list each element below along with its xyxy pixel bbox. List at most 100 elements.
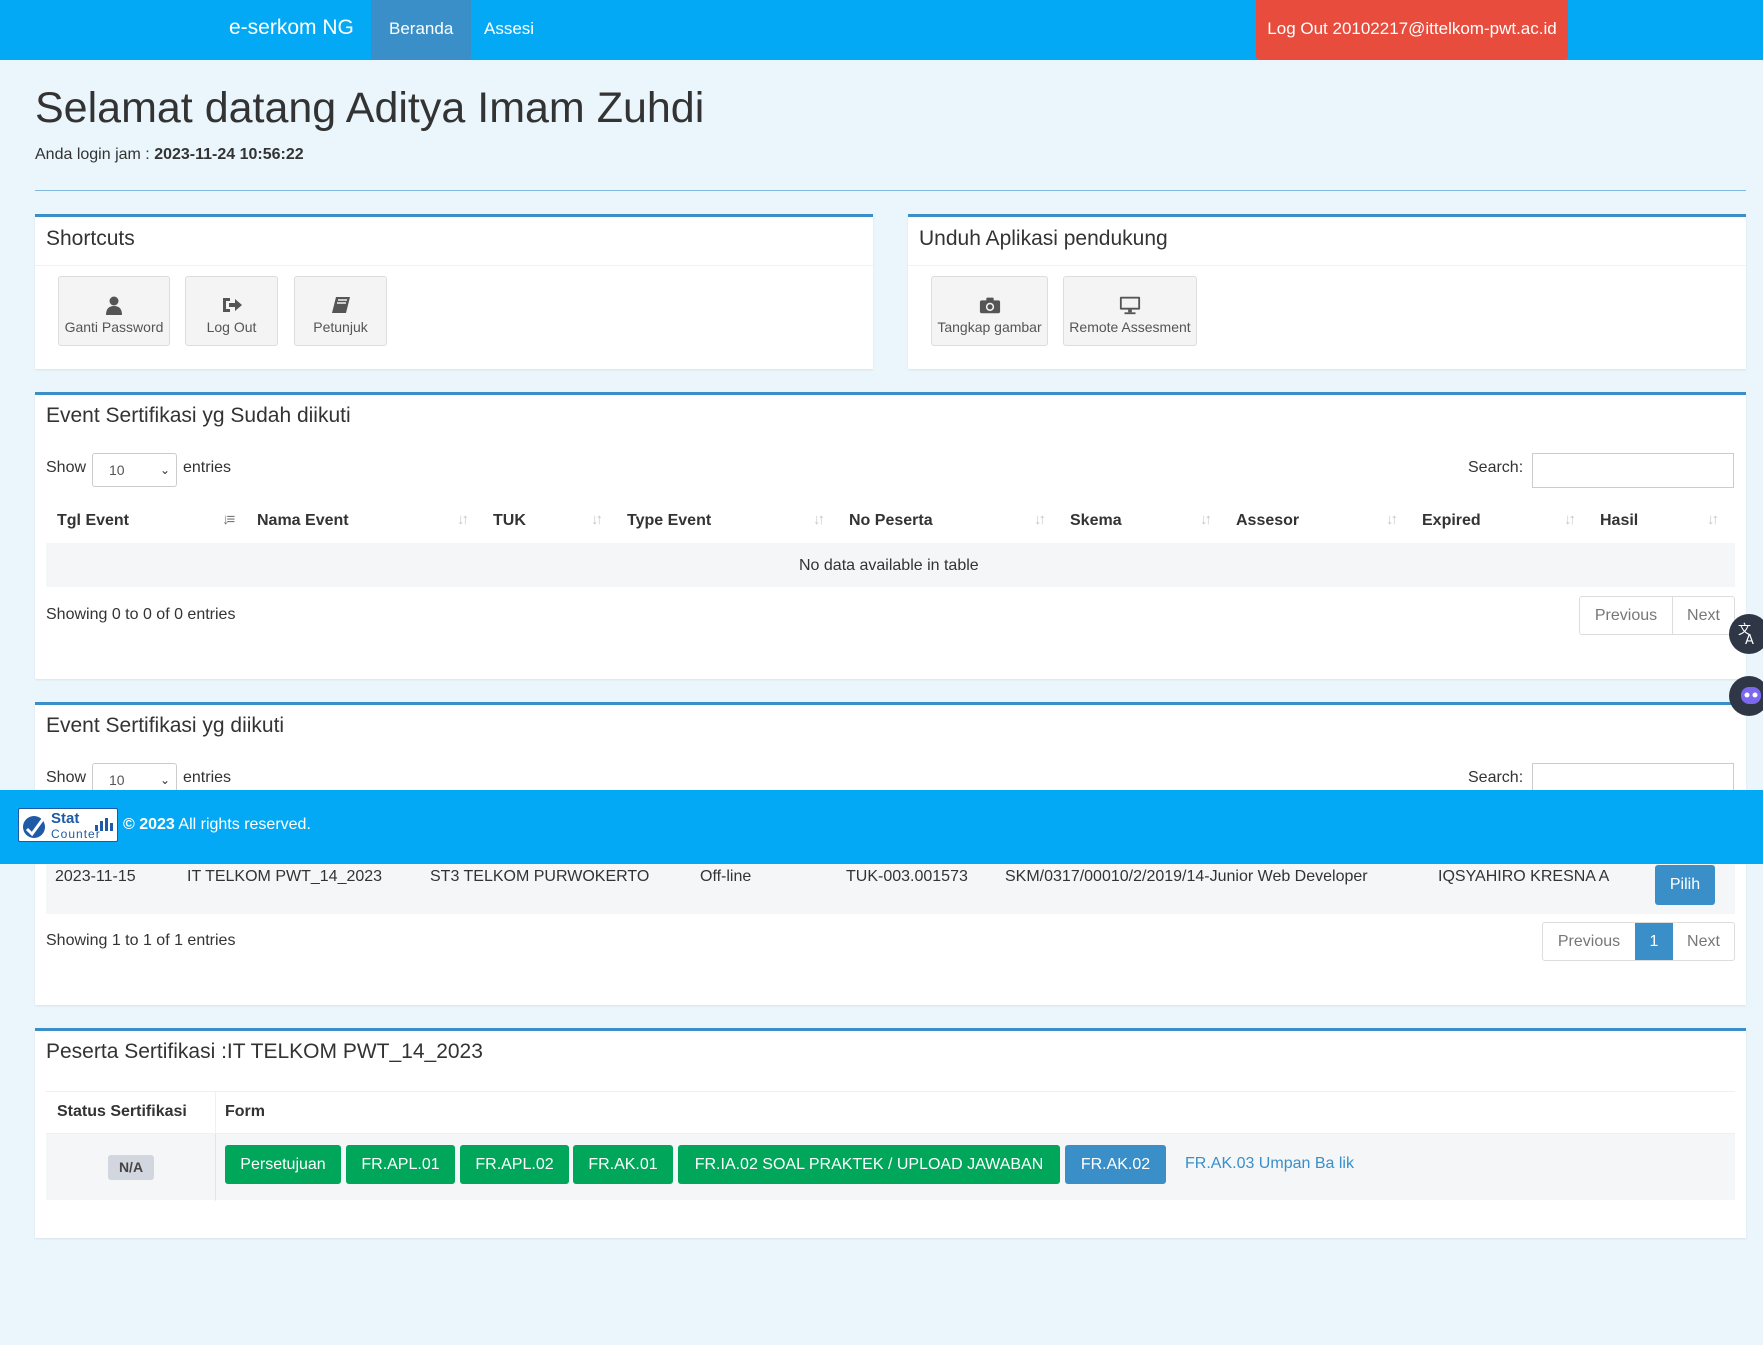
entries-label: entries — [183, 769, 232, 786]
page-1-button[interactable]: 1 — [1635, 923, 1673, 960]
sort-icon[interactable]: ↓↑ — [1707, 511, 1719, 528]
sort-icon[interactable]: ↓↑ — [813, 511, 825, 528]
brand-link[interactable]: e-serkom NG — [229, 16, 354, 40]
panel-divider — [35, 265, 873, 266]
logout-shortcut-button[interactable]: Log Out — [185, 276, 278, 346]
user-icon — [106, 296, 122, 315]
fr-ak-01-button[interactable]: FR.AK.01 — [573, 1145, 673, 1184]
translate-icon: 文 A — [1738, 623, 1754, 648]
fr-ak-02-button[interactable]: FR.AK.02 — [1065, 1145, 1166, 1184]
pagination: Previous 1 Next — [1542, 922, 1735, 961]
completed-events-panel — [35, 392, 1746, 679]
translate-widget-button[interactable]: 文 A — [1729, 614, 1763, 654]
cell-assesor: IQSYAHIRO KRESNA A — [1438, 868, 1610, 885]
chevron-down-icon: ⌄ — [159, 773, 170, 787]
pagination: Previous Next — [1579, 596, 1735, 635]
column-header[interactable]: TUK — [493, 512, 526, 530]
entries-select-value: 10 — [109, 462, 125, 478]
column-header[interactable]: No Peserta — [849, 512, 933, 530]
sort-icon[interactable]: ↓↑ — [1386, 511, 1398, 528]
search-label: Search: — [1468, 459, 1524, 476]
entries-select[interactable]: 10 ⌄ — [92, 453, 177, 487]
sign-out-icon — [222, 298, 242, 312]
page-title: Selamat datang Aditya Imam Zuhdi — [35, 84, 705, 132]
fr-ak-03-link[interactable]: FR.AK.03 Umpan Ba lik — [1185, 1155, 1354, 1173]
cell-tuk: ST3 TELKOM PURWOKERTO — [430, 868, 650, 885]
sort-icon[interactable]: ↓↑ — [457, 511, 469, 528]
sort-desc-icon[interactable]: ↓≡ — [222, 511, 235, 528]
shortcuts-panel: Shortcuts Ganti Password Log Out Petunju… — [35, 214, 873, 369]
status-column-header: Status Sertifikasi — [57, 1103, 187, 1120]
logo-text-bottom: Counter — [51, 827, 101, 841]
fr-apl-02-button[interactable]: FR.APL.02 — [460, 1145, 569, 1184]
next-button[interactable]: Next — [1673, 923, 1734, 960]
fr-ia-02-button[interactable]: FR.IA.02 SOAL PRAKTEK / UPLOAD JAWABAN — [678, 1145, 1060, 1184]
participant-title: Peserta Sertifikasi :IT TELKOM PWT_14_20… — [46, 1040, 483, 1063]
table-border — [46, 1091, 1735, 1092]
login-label: Anda login jam : — [35, 146, 155, 163]
cell-skema: SKM/0317/00010/2/2019/14-Junior Web Deve… — [1005, 868, 1368, 885]
remote-assessment-button[interactable]: Remote Assesment — [1063, 276, 1197, 346]
shortcuts-title: Shortcuts — [46, 227, 135, 250]
entries-label: entries — [183, 459, 232, 476]
entries-select-value: 10 — [109, 772, 125, 788]
guide-button[interactable]: Petunjuk — [294, 276, 387, 346]
desktop-icon — [1119, 296, 1141, 315]
logo-text-top: Stat — [51, 810, 80, 827]
login-time-text: Anda login jam : 2023-11-24 10:56:22 — [35, 146, 304, 164]
sort-icon[interactable]: ↓↑ — [1564, 511, 1576, 528]
table-info: Showing 1 to 1 of 1 entries — [46, 932, 236, 949]
logout-shortcut-label: Log Out — [206, 319, 257, 335]
table-border — [215, 1134, 216, 1200]
sort-icon[interactable]: ↓↑ — [591, 511, 603, 528]
completed-events-title: Event Sertifikasi yg Sudah diikuti — [46, 404, 351, 427]
remote-assessment-label: Remote Assesment — [1069, 319, 1191, 335]
chevron-down-icon: ⌄ — [159, 463, 170, 477]
capture-image-button[interactable]: Tangkap gambar — [931, 276, 1048, 346]
svg-text:A: A — [1745, 633, 1754, 648]
empty-message: No data available in table — [799, 557, 979, 574]
footer-bar: Stat Counter © 2023 All rights reserved. — [0, 790, 1763, 864]
sort-icon[interactable]: ↓↑ — [1034, 511, 1046, 528]
column-header[interactable]: Assesor — [1236, 512, 1299, 530]
sort-icon[interactable]: ↓↑ — [1200, 511, 1212, 528]
column-header[interactable]: Nama Event — [257, 512, 349, 530]
persetujuan-button[interactable]: Persetujuan — [225, 1145, 341, 1184]
cell-tgl-event: 2023-11-15 — [55, 868, 136, 885]
copyright-year: © 2023 — [123, 816, 175, 833]
fr-apl-01-button[interactable]: FR.APL.01 — [346, 1145, 455, 1184]
assistant-widget-button[interactable] — [1729, 676, 1763, 716]
logout-button[interactable]: Log Out 20102217@ittelkom-pwt.ac.id — [1256, 0, 1568, 60]
column-header[interactable]: Type Event — [627, 512, 711, 530]
cell-type-event: Off-line — [700, 868, 752, 885]
show-label: Show — [46, 459, 87, 476]
top-navbar: e-serkom NG Beranda Assesi Log Out 20102… — [0, 0, 1763, 60]
search-input[interactable] — [1532, 453, 1734, 488]
guide-label: Petunjuk — [313, 319, 368, 335]
column-header[interactable]: Expired — [1422, 512, 1481, 530]
cell-nama-event: IT TELKOM PWT_14_2023 — [187, 868, 383, 885]
statcounter-logo[interactable]: Stat Counter — [18, 808, 118, 842]
column-header[interactable]: Tgl Event — [57, 512, 129, 530]
bot-icon — [1741, 687, 1761, 704]
capture-image-label: Tangkap gambar — [937, 319, 1042, 335]
book-icon — [331, 297, 350, 313]
column-header[interactable]: Hasil — [1600, 512, 1638, 530]
nav-beranda[interactable]: Beranda — [371, 0, 472, 60]
table-info: Showing 0 to 0 of 0 entries — [46, 606, 236, 623]
previous-button[interactable]: Previous — [1580, 597, 1672, 634]
header-divider — [35, 190, 1746, 191]
panel-divider — [908, 265, 1746, 266]
change-password-button[interactable]: Ganti Password — [58, 276, 170, 346]
copyright-rights: All rights reserved. — [174, 816, 311, 833]
next-button[interactable]: Next — [1673, 597, 1734, 634]
search-label: Search: — [1468, 769, 1524, 786]
login-time-value: 2023-11-24 10:56:22 — [154, 146, 304, 163]
column-header[interactable]: Skema — [1070, 512, 1122, 530]
show-label: Show — [46, 769, 87, 786]
previous-button[interactable]: Previous — [1543, 923, 1635, 960]
nav-assesi[interactable]: Assesi — [466, 0, 552, 60]
camera-icon — [979, 297, 1000, 314]
copyright-text: © 2023 All rights reserved. — [123, 816, 311, 834]
select-event-button[interactable]: Pilih — [1655, 865, 1715, 905]
